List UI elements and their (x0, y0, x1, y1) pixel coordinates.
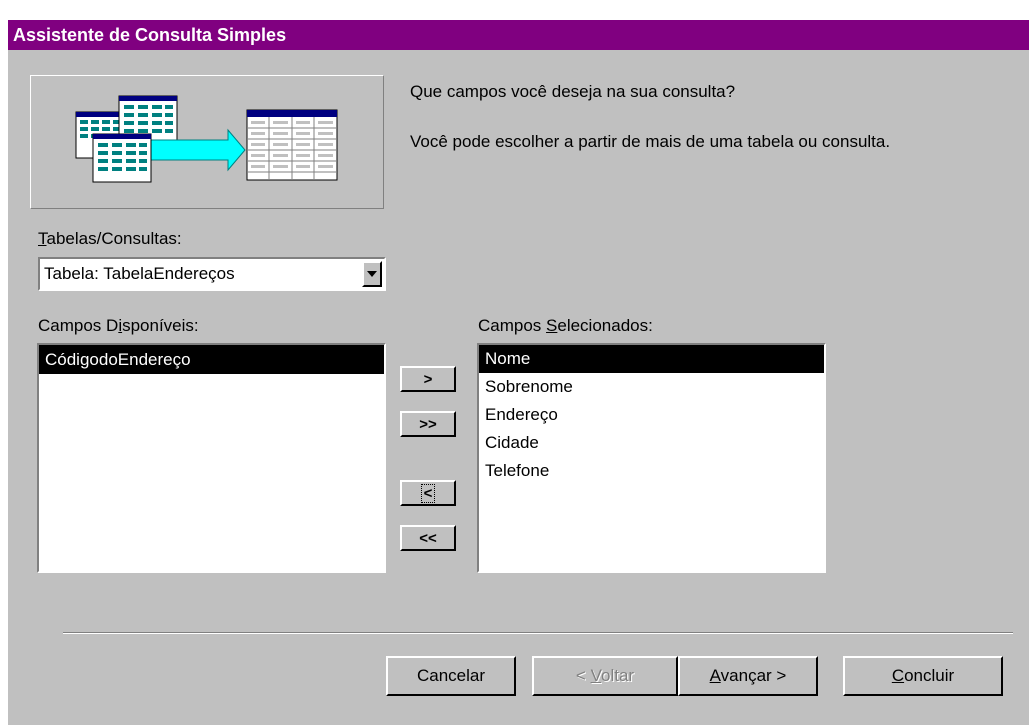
selected-fields-list[interactable]: Nome Sobrenome Endereço Cidade Telefone (477, 343, 826, 573)
remove-field-button[interactable]: < (400, 480, 456, 506)
hint-text: Você pode escolher a partir de mais de u… (410, 132, 891, 151)
list-item[interactable]: Sobrenome (479, 373, 824, 401)
list-item[interactable]: Telefone (479, 457, 824, 485)
finish-button[interactable]: Concluir (843, 656, 1003, 696)
add-field-button[interactable]: > (400, 366, 456, 392)
selected-fields-label: Campos Selecionados: (478, 316, 653, 335)
window-title: Assistente de Consulta Simples (8, 20, 1029, 50)
wizard-dialog: Assistente de Consulta Simples Que campo… (8, 20, 1029, 725)
wizard-illustration (30, 75, 384, 209)
list-item[interactable]: CódigodoEndereço (39, 345, 384, 374)
question-text: Que campos você deseja na sua consulta? (410, 82, 736, 101)
tables-combo[interactable]: Tabela: TabelaEndereços (38, 257, 386, 291)
combo-dropdown-button[interactable] (362, 261, 382, 287)
back-button[interactable]: < Voltar (532, 656, 678, 696)
list-item[interactable]: Cidade (479, 429, 824, 457)
tables-label: Tabelas/Consultas: (38, 229, 182, 248)
available-fields-label: Campos Disponíveis: (38, 316, 199, 335)
cancel-button[interactable]: Cancelar (386, 656, 516, 696)
tables-combo-value: Tabela: TabelaEndereços (44, 264, 235, 283)
tables-to-query-icon (75, 95, 338, 183)
list-item[interactable]: Nome (479, 345, 824, 373)
add-all-fields-button[interactable]: >> (400, 411, 456, 437)
chevron-down-icon (367, 271, 377, 277)
available-fields-list[interactable]: CódigodoEndereço (37, 343, 386, 573)
list-item[interactable]: Endereço (479, 401, 824, 429)
footer-separator (63, 632, 1013, 634)
remove-all-fields-button[interactable]: << (400, 525, 456, 551)
next-button[interactable]: Avançar > (678, 656, 818, 696)
